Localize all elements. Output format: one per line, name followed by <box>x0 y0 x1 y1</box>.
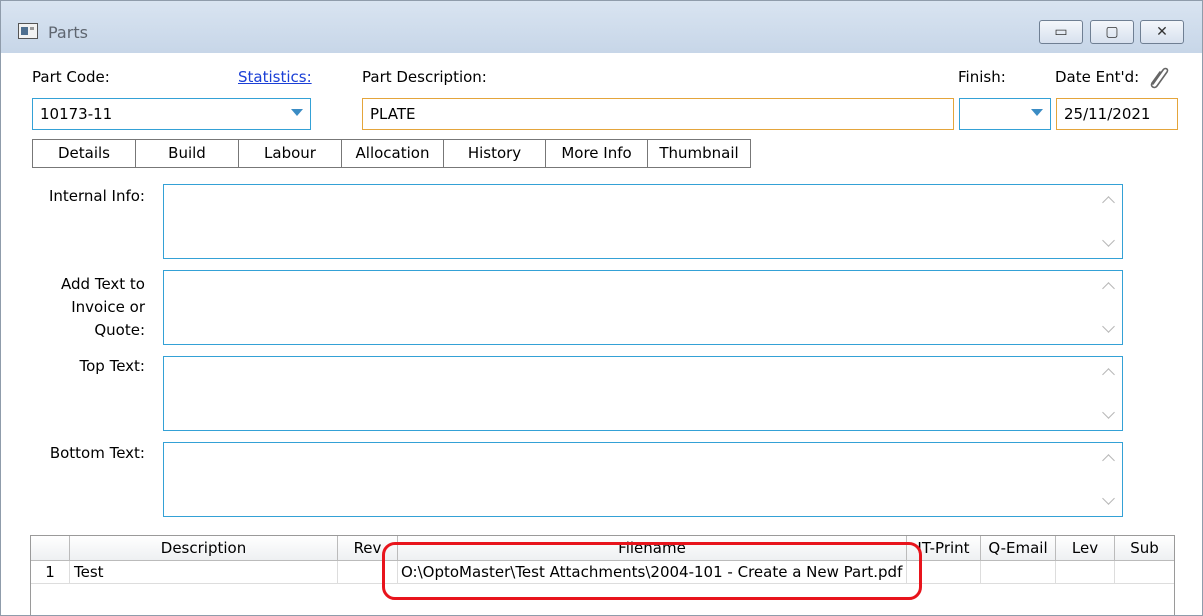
bottom-text-textarea[interactable] <box>163 442 1123 517</box>
minimize-icon: ▭ <box>1054 24 1068 40</box>
finish-dropdown-icon[interactable] <box>1031 109 1043 116</box>
part-description-input[interactable]: PLATE <box>362 98 954 130</box>
scroll-up-icon[interactable] <box>1102 282 1115 295</box>
internal-info-textarea[interactable] <box>163 184 1123 259</box>
column-header-it-print[interactable]: IT-Print <box>907 536 981 561</box>
scroll-down-icon[interactable] <box>1102 492 1115 505</box>
restore-icon: ▢ <box>1105 24 1119 40</box>
part-code-value: 10173-11 <box>40 105 113 123</box>
tab-allocation[interactable]: Allocation <box>342 139 444 168</box>
window-title: Parts <box>48 23 88 42</box>
close-button[interactable]: ✕ <box>1140 20 1184 44</box>
close-icon: ✕ <box>1156 24 1168 40</box>
column-header-rev[interactable]: Rev <box>338 536 398 561</box>
title-bar: Parts ▭ ▢ ✕ <box>1 1 1202 53</box>
tab-strip: Details Build Labour Allocation History … <box>32 139 751 168</box>
column-header-description[interactable]: Description <box>70 536 338 561</box>
filename-cell[interactable]: O:\OptoMaster\Test Attachments\2004-101 … <box>398 561 907 584</box>
add-text-label-line-1: Add Text to <box>61 275 145 293</box>
tab-more-info[interactable]: More Info <box>546 139 648 168</box>
date-entered-label: Date Ent'd: <box>1055 68 1140 86</box>
q-email-cell[interactable] <box>981 561 1056 584</box>
column-header-sub[interactable]: Sub <box>1115 536 1174 561</box>
column-header-q-email[interactable]: Q-Email <box>981 536 1056 561</box>
top-text-label: Top Text: <box>79 357 145 375</box>
sub-cell[interactable] <box>1115 561 1174 584</box>
invoice-quote-text-textarea[interactable] <box>163 270 1123 345</box>
attachments-grid[interactable]: Description Rev Filename IT-Print Q-Emai… <box>30 535 1175 615</box>
scroll-up-icon[interactable] <box>1102 196 1115 209</box>
add-text-label-line-3: Quote: <box>94 321 145 339</box>
date-entered-value: 25/11/2021 <box>1064 105 1151 123</box>
lev-cell[interactable] <box>1056 561 1115 584</box>
top-text-textarea[interactable] <box>163 356 1123 431</box>
row-number-cell[interactable]: 1 <box>31 561 70 584</box>
date-entered-input[interactable]: 25/11/2021 <box>1056 98 1178 130</box>
finish-combobox[interactable] <box>959 98 1051 130</box>
parts-window: Parts ▭ ▢ ✕ Part Code: Statistics: Part … <box>0 0 1203 616</box>
statistics-link[interactable]: Statistics: <box>238 68 312 86</box>
minimize-button[interactable]: ▭ <box>1039 20 1083 44</box>
description-cell[interactable]: Test <box>70 561 338 584</box>
internal-info-label: Internal Info: <box>48 187 145 205</box>
column-header-row-number[interactable] <box>31 536 70 561</box>
scroll-up-icon[interactable] <box>1102 454 1115 467</box>
it-print-cell[interactable] <box>907 561 981 584</box>
restore-button[interactable]: ▢ <box>1090 20 1134 44</box>
tab-thumbnail[interactable]: Thumbnail <box>648 139 751 168</box>
column-header-filename[interactable]: Filename <box>398 536 907 561</box>
finish-label: Finish: <box>958 68 1006 86</box>
tab-labour[interactable]: Labour <box>239 139 342 168</box>
scroll-up-icon[interactable] <box>1102 368 1115 381</box>
column-header-lev[interactable]: Lev <box>1056 536 1115 561</box>
part-description-label: Part Description: <box>362 68 487 86</box>
tab-build[interactable]: Build <box>136 139 239 168</box>
part-code-combobox[interactable]: 10173-11 <box>32 98 311 130</box>
add-text-label: Add Text to Invoice or Quote: <box>21 273 145 342</box>
paperclip-icon[interactable] <box>1145 64 1171 90</box>
part-description-value: PLATE <box>370 105 416 123</box>
part-code-dropdown-icon[interactable] <box>291 109 303 116</box>
part-code-label: Part Code: <box>32 68 110 86</box>
scroll-down-icon[interactable] <box>1102 320 1115 333</box>
tab-history[interactable]: History <box>444 139 546 168</box>
add-text-label-line-2: Invoice or <box>71 298 145 316</box>
scroll-down-icon[interactable] <box>1102 406 1115 419</box>
bottom-text-label: Bottom Text: <box>49 444 145 462</box>
tab-details[interactable]: Details <box>32 139 136 168</box>
rev-cell[interactable] <box>338 561 398 584</box>
scroll-down-icon[interactable] <box>1102 234 1115 247</box>
app-window-icon <box>18 23 38 39</box>
